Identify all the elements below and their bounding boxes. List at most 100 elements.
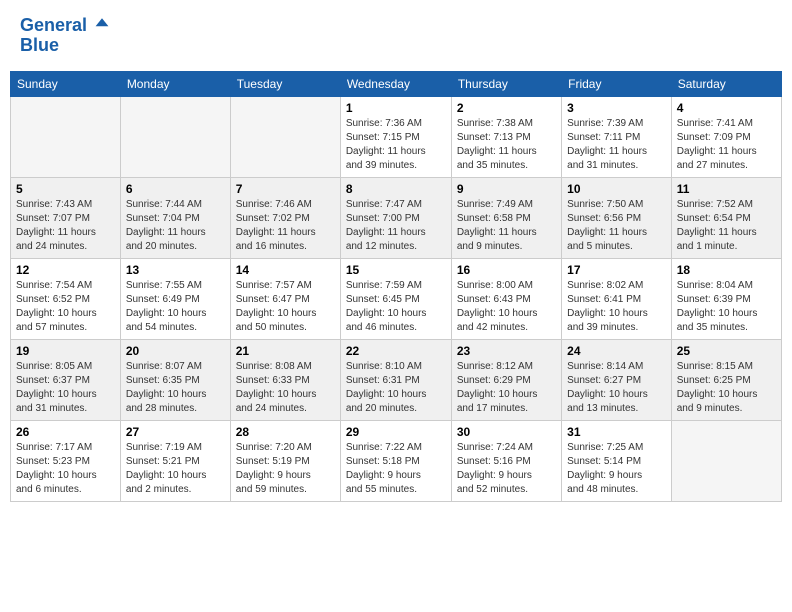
day-number: 1 bbox=[346, 101, 446, 115]
day-info: Sunrise: 7:49 AM Sunset: 6:58 PM Dayligh… bbox=[457, 198, 556, 254]
calendar-cell: 14 Sunrise: 7:57 AM Sunset: 6:47 PM Dayli… bbox=[230, 258, 340, 339]
calendar-cell: 27 Sunrise: 7:19 AM Sunset: 5:21 PM Dayli… bbox=[120, 420, 230, 501]
calendar-cell: 29 Sunrise: 7:22 AM Sunset: 5:18 PM Dayli… bbox=[340, 420, 451, 501]
day-info: Sunrise: 7:52 AM Sunset: 6:54 PM Dayligh… bbox=[677, 198, 776, 254]
day-number: 6 bbox=[126, 182, 225, 196]
calendar-cell: 22 Sunrise: 8:10 AM Sunset: 6:31 PM Dayli… bbox=[340, 339, 451, 420]
calendar-cell: 25 Sunrise: 8:15 AM Sunset: 6:25 PM Dayli… bbox=[671, 339, 781, 420]
day-info: Sunrise: 8:02 AM Sunset: 6:41 PM Dayligh… bbox=[567, 279, 666, 335]
day-info: Sunrise: 7:54 AM Sunset: 6:52 PM Dayligh… bbox=[16, 279, 115, 335]
day-number: 13 bbox=[126, 263, 225, 277]
day-number: 8 bbox=[346, 182, 446, 196]
day-number: 5 bbox=[16, 182, 115, 196]
calendar-table: SundayMondayTuesdayWednesdayThursdayFrid… bbox=[10, 71, 782, 502]
calendar-cell: 16 Sunrise: 8:00 AM Sunset: 6:43 PM Dayli… bbox=[451, 258, 561, 339]
day-info: Sunrise: 7:24 AM Sunset: 5:16 PM Dayligh… bbox=[457, 441, 556, 497]
day-number: 29 bbox=[346, 425, 446, 439]
weekday-header-monday: Monday bbox=[120, 71, 230, 96]
day-number: 4 bbox=[677, 101, 776, 115]
day-number: 14 bbox=[236, 263, 335, 277]
day-info: Sunrise: 8:12 AM Sunset: 6:29 PM Dayligh… bbox=[457, 360, 556, 416]
day-number: 12 bbox=[16, 263, 115, 277]
calendar-week-row: 26 Sunrise: 7:17 AM Sunset: 5:23 PM Dayli… bbox=[11, 420, 782, 501]
day-info: Sunrise: 7:44 AM Sunset: 7:04 PM Dayligh… bbox=[126, 198, 225, 254]
day-number: 20 bbox=[126, 344, 225, 358]
calendar-cell: 4 Sunrise: 7:41 AM Sunset: 7:09 PM Daylig… bbox=[671, 96, 781, 177]
day-number: 26 bbox=[16, 425, 115, 439]
calendar-cell: 28 Sunrise: 7:20 AM Sunset: 5:19 PM Dayli… bbox=[230, 420, 340, 501]
logo: General Blue bbox=[20, 15, 110, 56]
day-info: Sunrise: 7:36 AM Sunset: 7:15 PM Dayligh… bbox=[346, 117, 446, 173]
day-info: Sunrise: 7:46 AM Sunset: 7:02 PM Dayligh… bbox=[236, 198, 335, 254]
day-number: 16 bbox=[457, 263, 556, 277]
weekday-header-row: SundayMondayTuesdayWednesdayThursdayFrid… bbox=[11, 71, 782, 96]
day-number: 28 bbox=[236, 425, 335, 439]
calendar-cell: 11 Sunrise: 7:52 AM Sunset: 6:54 PM Dayli… bbox=[671, 177, 781, 258]
day-number: 15 bbox=[346, 263, 446, 277]
day-info: Sunrise: 7:57 AM Sunset: 6:47 PM Dayligh… bbox=[236, 279, 335, 335]
calendar-cell bbox=[11, 96, 121, 177]
calendar-cell: 31Sunrise: 7:25 AM Sunset: 5:14 PM Dayli… bbox=[562, 420, 672, 501]
day-info: Sunrise: 8:00 AM Sunset: 6:43 PM Dayligh… bbox=[457, 279, 556, 335]
day-number: 7 bbox=[236, 182, 335, 196]
day-number: 30 bbox=[457, 425, 556, 439]
day-info: Sunrise: 7:38 AM Sunset: 7:13 PM Dayligh… bbox=[457, 117, 556, 173]
day-number: 27 bbox=[126, 425, 225, 439]
day-number: 10 bbox=[567, 182, 666, 196]
calendar-cell: 18 Sunrise: 8:04 AM Sunset: 6:39 PM Dayli… bbox=[671, 258, 781, 339]
calendar-cell: 17 Sunrise: 8:02 AM Sunset: 6:41 PM Dayli… bbox=[562, 258, 672, 339]
calendar-cell bbox=[120, 96, 230, 177]
logo-text: General Blue bbox=[20, 15, 110, 56]
day-number: 22 bbox=[346, 344, 446, 358]
calendar-cell: 2 Sunrise: 7:38 AM Sunset: 7:13 PM Daylig… bbox=[451, 96, 561, 177]
calendar-week-row: 5Sunrise: 7:43 AM Sunset: 7:07 PM Daylig… bbox=[11, 177, 782, 258]
calendar-week-row: 19Sunrise: 8:05 AM Sunset: 6:37 PM Dayli… bbox=[11, 339, 782, 420]
calendar-week-row: 1 Sunrise: 7:36 AM Sunset: 7:15 PM Daylig… bbox=[11, 96, 782, 177]
calendar-cell bbox=[230, 96, 340, 177]
day-info: Sunrise: 8:04 AM Sunset: 6:39 PM Dayligh… bbox=[677, 279, 776, 335]
calendar-cell: 5Sunrise: 7:43 AM Sunset: 7:07 PM Daylig… bbox=[11, 177, 121, 258]
weekday-header-friday: Friday bbox=[562, 71, 672, 96]
day-number: 2 bbox=[457, 101, 556, 115]
calendar-cell: 20 Sunrise: 8:07 AM Sunset: 6:35 PM Dayli… bbox=[120, 339, 230, 420]
day-number: 19 bbox=[16, 344, 115, 358]
day-info: Sunrise: 8:10 AM Sunset: 6:31 PM Dayligh… bbox=[346, 360, 446, 416]
day-info: Sunrise: 7:55 AM Sunset: 6:49 PM Dayligh… bbox=[126, 279, 225, 335]
day-info: Sunrise: 7:22 AM Sunset: 5:18 PM Dayligh… bbox=[346, 441, 446, 497]
day-number: 18 bbox=[677, 263, 776, 277]
calendar-cell: 30 Sunrise: 7:24 AM Sunset: 5:16 PM Dayli… bbox=[451, 420, 561, 501]
day-info: Sunrise: 7:47 AM Sunset: 7:00 PM Dayligh… bbox=[346, 198, 446, 254]
weekday-header-saturday: Saturday bbox=[671, 71, 781, 96]
calendar-cell: 13 Sunrise: 7:55 AM Sunset: 6:49 PM Dayli… bbox=[120, 258, 230, 339]
day-info: Sunrise: 7:17 AM Sunset: 5:23 PM Dayligh… bbox=[16, 441, 115, 497]
day-info: Sunrise: 8:15 AM Sunset: 6:25 PM Dayligh… bbox=[677, 360, 776, 416]
day-info: Sunrise: 7:20 AM Sunset: 5:19 PM Dayligh… bbox=[236, 441, 335, 497]
day-number: 11 bbox=[677, 182, 776, 196]
day-info: Sunrise: 7:39 AM Sunset: 7:11 PM Dayligh… bbox=[567, 117, 666, 173]
logo-icon bbox=[94, 15, 110, 31]
day-info: Sunrise: 8:14 AM Sunset: 6:27 PM Dayligh… bbox=[567, 360, 666, 416]
day-info: Sunrise: 7:19 AM Sunset: 5:21 PM Dayligh… bbox=[126, 441, 225, 497]
calendar-cell: 7 Sunrise: 7:46 AM Sunset: 7:02 PM Daylig… bbox=[230, 177, 340, 258]
calendar-cell: 8 Sunrise: 7:47 AM Sunset: 7:00 PM Daylig… bbox=[340, 177, 451, 258]
day-info: Sunrise: 7:41 AM Sunset: 7:09 PM Dayligh… bbox=[677, 117, 776, 173]
calendar-cell: 1 Sunrise: 7:36 AM Sunset: 7:15 PM Daylig… bbox=[340, 96, 451, 177]
logo-general: General bbox=[20, 15, 87, 35]
day-number: 24 bbox=[567, 344, 666, 358]
page-header: General Blue bbox=[10, 10, 782, 61]
calendar-cell: 15 Sunrise: 7:59 AM Sunset: 6:45 PM Dayli… bbox=[340, 258, 451, 339]
day-info: Sunrise: 8:07 AM Sunset: 6:35 PM Dayligh… bbox=[126, 360, 225, 416]
calendar-cell: 19Sunrise: 8:05 AM Sunset: 6:37 PM Dayli… bbox=[11, 339, 121, 420]
day-info: Sunrise: 7:59 AM Sunset: 6:45 PM Dayligh… bbox=[346, 279, 446, 335]
calendar-cell: 10Sunrise: 7:50 AM Sunset: 6:56 PM Dayli… bbox=[562, 177, 672, 258]
day-number: 23 bbox=[457, 344, 556, 358]
calendar-cell: 12 Sunrise: 7:54 AM Sunset: 6:52 PM Dayli… bbox=[11, 258, 121, 339]
calendar-cell: 24 Sunrise: 8:14 AM Sunset: 6:27 PM Dayli… bbox=[562, 339, 672, 420]
calendar-cell: 3Sunrise: 7:39 AM Sunset: 7:11 PM Daylig… bbox=[562, 96, 672, 177]
day-number: 25 bbox=[677, 344, 776, 358]
weekday-header-sunday: Sunday bbox=[11, 71, 121, 96]
day-number: 31 bbox=[567, 425, 666, 439]
calendar-cell: 6 Sunrise: 7:44 AM Sunset: 7:04 PM Daylig… bbox=[120, 177, 230, 258]
day-number: 17 bbox=[567, 263, 666, 277]
day-info: Sunrise: 8:08 AM Sunset: 6:33 PM Dayligh… bbox=[236, 360, 335, 416]
